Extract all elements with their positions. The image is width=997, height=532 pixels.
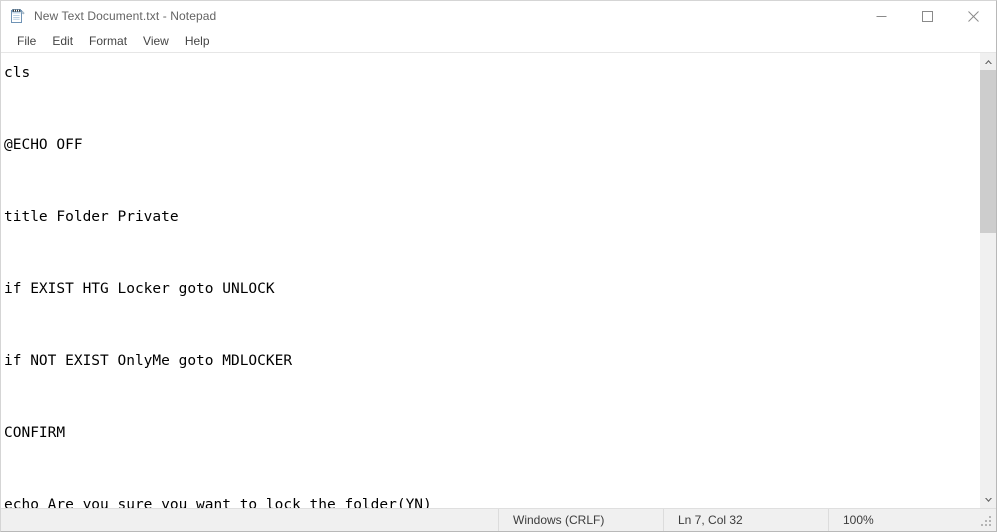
status-bar: Windows (CRLF) Ln 7, Col 32 100%	[1, 508, 996, 531]
minimize-button[interactable]	[858, 1, 904, 31]
status-bar-spacer	[1, 509, 499, 531]
status-cursor-position: Ln 7, Col 32	[664, 509, 829, 531]
status-encoding: Windows (CRLF)	[499, 509, 664, 531]
close-button[interactable]	[950, 1, 996, 31]
editor-region: cls @ECHO OFF title Folder Private if EX…	[1, 52, 996, 508]
scroll-thumb[interactable]	[980, 70, 996, 233]
notepad-icon	[10, 8, 26, 24]
maximize-button[interactable]	[904, 1, 950, 31]
vertical-scrollbar[interactable]	[979, 53, 996, 508]
scroll-up-arrow-icon[interactable]	[980, 53, 996, 70]
window-controls	[858, 1, 996, 31]
text-editor-area[interactable]: cls @ECHO OFF title Folder Private if EX…	[1, 53, 979, 508]
menu-item-edit[interactable]: Edit	[44, 32, 81, 52]
editor-text[interactable]: cls @ECHO OFF title Folder Private if EX…	[4, 55, 979, 508]
resize-grip-icon[interactable]	[980, 515, 993, 528]
title-bar[interactable]: New Text Document.txt - Notepad	[1, 1, 996, 31]
window-title: New Text Document.txt - Notepad	[34, 9, 217, 23]
menu-item-file[interactable]: File	[9, 32, 44, 52]
menu-item-format[interactable]: Format	[81, 32, 135, 52]
status-zoom-level: 100%	[843, 513, 874, 527]
scroll-down-arrow-icon[interactable]	[980, 491, 996, 508]
menu-bar: File Edit Format View Help	[1, 31, 996, 52]
menu-item-help[interactable]: Help	[177, 32, 218, 52]
notepad-window: New Text Document.txt - Notepad File Edi…	[0, 0, 997, 532]
menu-item-view[interactable]: View	[135, 32, 177, 52]
